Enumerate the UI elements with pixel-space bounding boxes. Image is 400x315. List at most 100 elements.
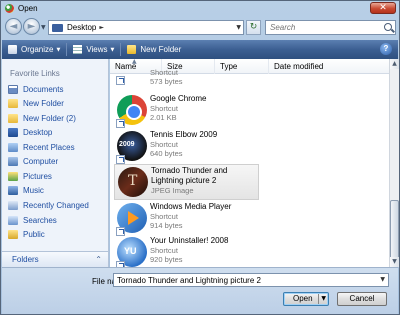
chevron-up-icon: ⌃ [95,255,102,264]
folder-icon [8,113,18,123]
search-icon[interactable] [384,23,392,31]
file-list[interactable]: Name ▲ Size Type Date modified Shortcut … [110,59,389,267]
open-options-dropdown[interactable]: ▼ [321,293,326,305]
file-type: Shortcut [150,104,178,113]
file-name-combobox[interactable]: ▼ [113,273,389,287]
title-bar: Open ✕ [1,1,399,15]
sidebar-item-label: Recently Changed [23,200,89,210]
sidebar-item-label: Computer [23,156,59,166]
open-button[interactable]: Open ▼ [283,292,329,306]
chevron-down-icon[interactable]: ▼ [380,276,385,283]
sidebar-item-label: New Folder (2) [23,113,76,123]
file-name: Your Uninstaller! 2008 [150,236,229,245]
open-dialog-window: Open ✕ ◄ ► ▼ Desktop ► ▼ ↻ Organize ▼ Vi… [0,0,400,315]
window-title: Open [18,3,38,13]
recent-pages-dropdown[interactable]: ▼ [41,24,47,31]
file-name-input[interactable] [114,274,372,286]
file-type: Shortcut [150,246,178,255]
scroll-down-arrow[interactable]: ▼ [390,257,399,267]
views-label: Views [86,45,108,54]
desktop-folder-icon [52,23,63,32]
organize-label: Organize [21,45,54,54]
recent-places-icon [8,142,18,152]
sidebar-item-label: Searches [23,215,57,225]
file-name: Windows Media Player [150,202,232,211]
close-button[interactable]: ✕ [370,2,396,14]
public-icon [8,229,18,239]
address-bar[interactable]: Desktop ► ▼ [48,20,244,35]
help-button[interactable]: ? [380,43,392,55]
file-item-google-chrome[interactable]: Google Chrome Shortcut 2.01 KB [114,93,258,129]
sidebar-item-recently-changed[interactable]: Recently Changed [8,198,89,212]
file-item[interactable]: Shortcut 573 bytes [114,59,258,88]
address-dropdown[interactable]: ▼ [236,24,241,31]
sidebar-item-pictures[interactable]: Pictures [8,169,52,183]
documents-icon [8,84,18,94]
file-name: Tennis Elbow 2009 [150,130,218,139]
organize-icon [8,45,17,54]
organize-button[interactable]: Organize ▼ [8,45,60,54]
search-input[interactable] [266,21,376,34]
sidebar-item-public[interactable]: Public [8,227,45,241]
file-item-tornado-picture-selected[interactable]: Tornado Thunder and Lightning picture 2 … [114,164,259,200]
scrollbar-thumb[interactable] [390,200,399,260]
chrome-app-icon [5,3,14,13]
new-folder-label: New Folder [140,45,182,54]
sidebar-item-documents[interactable]: Documents [8,82,63,96]
toolbar-divider [120,43,122,56]
file-item-your-uninstaller-2008[interactable]: Your Uninstaller! 2008 Shortcut 920 byte… [114,235,258,267]
folder-icon [8,98,18,108]
navigation-pane: Favorite Links Documents New Folder New … [2,59,109,267]
sidebar-item-desktop[interactable]: Desktop [8,125,52,139]
column-header-date-modified[interactable]: Date modified [269,59,389,74]
new-folder-icon [127,45,137,54]
views-icon [73,45,83,54]
shortcut-arrow-icon [116,76,125,85]
sidebar-item-new-folder-2[interactable]: New Folder (2) [8,111,76,125]
file-item-windows-media-player[interactable]: Windows Media Player Shortcut 914 bytes [114,201,258,237]
breadcrumb-desktop[interactable]: Desktop [67,23,96,32]
open-button-label: Open [293,294,313,303]
command-toolbar: Organize ▼ Views ▼ New Folder ? [2,40,398,59]
sidebar-item-label: Public [23,229,45,239]
sidebar-item-music[interactable]: Music [8,183,44,197]
sidebar-item-new-folder[interactable]: New Folder [8,96,64,110]
cancel-button[interactable]: Cancel [337,292,387,306]
refresh-button[interactable]: ↻ [246,20,261,35]
folders-toggle[interactable]: Folders ⌃ [2,251,108,267]
music-icon [8,185,18,195]
pictures-icon [8,171,18,181]
chevron-down-icon: ▼ [56,46,61,53]
searches-icon [8,215,18,225]
file-name: Tornado Thunder and Lightning picture 2 [151,166,228,185]
scroll-up-arrow[interactable]: ▲ [390,59,399,69]
new-folder-button[interactable]: New Folder [127,45,181,54]
vertical-scrollbar[interactable]: ▲ ▼ [389,59,399,267]
file-size: 573 bytes [150,77,183,86]
sidebar-item-label: Pictures [23,171,52,181]
file-type: Shortcut [150,140,178,149]
file-item-tennis-elbow-2009[interactable]: Tennis Elbow 2009 Shortcut 640 bytes [114,129,258,165]
sidebar-item-recent-places[interactable]: Recent Places [8,140,75,154]
favorite-links-heading: Favorite Links [10,69,60,78]
shortcut-arrow-icon [116,119,125,128]
back-button[interactable]: ◄ [5,18,22,35]
breadcrumb-separator[interactable]: ► [99,24,104,31]
toolbar-divider [66,43,68,56]
views-button[interactable]: Views ▼ [73,45,114,54]
file-type: JPEG Image [151,186,194,195]
search-box[interactable] [265,20,396,35]
sidebar-item-label: Documents [23,84,64,94]
forward-button[interactable]: ► [23,18,40,35]
sidebar-item-computer[interactable]: Computer [8,154,58,168]
recently-changed-icon [8,200,18,210]
computer-icon [8,156,18,166]
chevron-down-icon: ▼ [110,46,115,53]
sidebar-item-label: Music [23,185,44,195]
file-size: 640 bytes [150,149,183,158]
sidebar-item-searches[interactable]: Searches [8,213,57,227]
file-type: Shortcut [150,212,178,221]
jpeg-thumbnail-icon [118,167,148,197]
file-size: 914 bytes [150,221,183,230]
desktop-icon [8,127,18,137]
